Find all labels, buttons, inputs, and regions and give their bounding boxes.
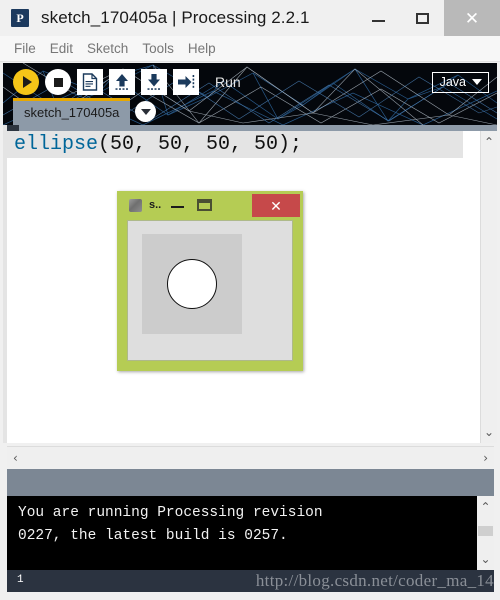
- open-up-arrow-icon: [115, 74, 128, 90]
- scroll-down-icon[interactable]: ⌄: [484, 426, 494, 438]
- chevron-down-icon: [472, 79, 482, 85]
- export-right-arrow-icon: [178, 75, 195, 88]
- menu-item-file[interactable]: File: [8, 39, 42, 58]
- close-button[interactable]: ✕: [444, 0, 500, 36]
- run-button[interactable]: [13, 69, 39, 95]
- menu-item-edit[interactable]: Edit: [44, 39, 79, 58]
- maximize-button[interactable]: [400, 0, 444, 36]
- scroll-down-icon[interactable]: ⌄: [480, 553, 490, 565]
- editor-vertical-scrollbar[interactable]: ⌃ ⌄: [480, 131, 497, 443]
- menubar: File Edit Sketch Tools Help: [0, 36, 500, 62]
- console-panel[interactable]: You are running Processing revision 0227…: [7, 496, 494, 570]
- maximize-icon: [415, 12, 429, 24]
- open-button[interactable]: [109, 69, 135, 95]
- sketch-window-title: s..: [149, 199, 162, 211]
- close-icon: ✕: [270, 197, 282, 214]
- sketch-app-icon: [129, 198, 142, 212]
- window-title: sketch_170405a | Processing 2.2.1: [41, 8, 310, 27]
- code-token-arguments: (50, 50, 50, 50);: [98, 133, 303, 156]
- sketch-close-button[interactable]: ✕: [252, 194, 300, 217]
- sketch-display-window[interactable]: s.. ✕: [117, 191, 303, 371]
- editor-horizontal-scrollbar[interactable]: ‹ ›: [7, 446, 494, 468]
- menu-item-help[interactable]: Help: [182, 39, 222, 58]
- editor-console-divider[interactable]: [7, 469, 494, 496]
- minimize-button[interactable]: [356, 0, 400, 36]
- tab-menu-button[interactable]: [135, 101, 157, 122]
- console-message: You are running Processing revision 0227…: [18, 505, 323, 544]
- scroll-up-icon[interactable]: ⌃: [484, 136, 494, 148]
- save-button[interactable]: [141, 69, 167, 95]
- run-label: Run: [215, 74, 241, 90]
- window-titlebar: P sketch_170405a | Processing 2.2.1 ✕: [0, 0, 500, 36]
- stop-button[interactable]: [45, 69, 71, 95]
- status-line-number: 1: [17, 574, 24, 586]
- save-down-arrow-icon: [147, 74, 160, 90]
- console-scrollbar-thumb[interactable]: [478, 526, 493, 536]
- status-bar: 1 http://blog.csdn.net/coder_ma_14: [7, 570, 494, 592]
- processing-app-icon: P: [11, 9, 29, 27]
- mode-label: Java: [439, 75, 466, 89]
- sketch-window-body: [127, 220, 293, 361]
- new-button[interactable]: [77, 69, 103, 95]
- ellipse-shape: [167, 259, 217, 309]
- console-vertical-scrollbar[interactable]: ⌃ ⌄: [477, 496, 494, 570]
- sketch-maximize-icon[interactable]: [197, 199, 213, 211]
- export-button[interactable]: [173, 69, 199, 95]
- tab-bar: sketch_170405a: [13, 98, 157, 125]
- close-icon: ✕: [464, 8, 480, 28]
- stop-icon: [53, 77, 63, 87]
- menu-item-sketch[interactable]: Sketch: [81, 39, 134, 58]
- new-file-icon: [82, 73, 98, 91]
- sketch-minimize-icon[interactable]: [171, 205, 185, 209]
- scroll-right-icon[interactable]: ›: [483, 452, 488, 464]
- processing-ide-window: P sketch_170405a | Processing 2.2.1 ✕ Fi…: [0, 0, 500, 600]
- menu-item-tools[interactable]: Tools: [136, 39, 180, 58]
- toolbar-buttons: Run: [13, 69, 241, 95]
- tab-sketch-170405a[interactable]: sketch_170405a: [13, 98, 131, 125]
- chevron-down-icon: [140, 108, 151, 115]
- window-controls: ✕: [356, 0, 500, 36]
- sketch-canvas: [142, 234, 242, 334]
- minimize-icon: [371, 20, 385, 22]
- play-icon: [23, 76, 32, 88]
- mode-selector[interactable]: Java: [431, 72, 489, 93]
- code-token-function: ellipse: [14, 133, 99, 156]
- code-line-1[interactable]: ellipse(50, 50, 50, 50);: [7, 131, 463, 158]
- scroll-up-icon[interactable]: ⌃: [480, 501, 490, 513]
- scroll-left-icon[interactable]: ‹: [13, 452, 18, 464]
- watermark-url: http://blog.csdn.net/coder_ma_14: [255, 571, 494, 590]
